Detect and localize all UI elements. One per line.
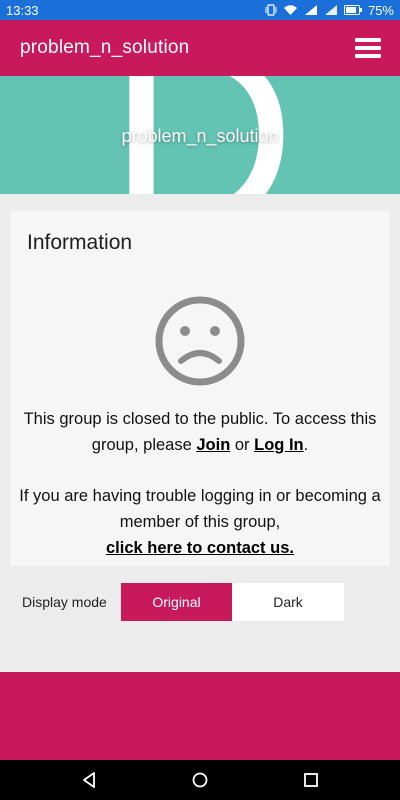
display-mode-original-button[interactable]: Original: [121, 583, 232, 621]
status-bar: 13:33 75%: [0, 0, 400, 20]
app-title: problem_n_solution: [20, 37, 190, 58]
vibrate-icon: [265, 4, 277, 16]
status-icons: 75%: [265, 3, 400, 18]
system-nav-bar: [0, 760, 400, 800]
footer-bar: [0, 672, 400, 760]
period-text: .: [303, 436, 309, 454]
trouble-message-text: If you are having trouble logging in or …: [19, 487, 381, 531]
home-icon[interactable]: [190, 770, 210, 790]
back-icon[interactable]: [80, 770, 98, 790]
battery-percent: 75%: [367, 2, 394, 18]
status-time: 13:33: [6, 2, 39, 18]
banner-title: problem_n_solution: [121, 126, 279, 146]
wifi-icon: [283, 5, 297, 15]
contact-link[interactable]: click here to contact us.: [106, 539, 294, 557]
hamburger-menu-icon[interactable]: [355, 37, 381, 59]
group-banner: D problem_n_solution: [0, 76, 400, 194]
display-mode-switch: Display mode Original Dark: [0, 583, 400, 621]
login-link[interactable]: Log In: [254, 436, 303, 454]
signal-icon: [324, 5, 337, 15]
join-link[interactable]: Join: [196, 436, 230, 454]
closed-group-message: This group is closed to the public. To a…: [10, 406, 390, 561]
display-mode-label: Display mode: [22, 594, 107, 610]
battery-icon: [343, 5, 362, 15]
signal-icon: [304, 5, 317, 15]
sad-face-icon: [155, 296, 245, 386]
or-text: or: [230, 436, 255, 454]
information-card: Information This group is closed to the …: [10, 211, 390, 566]
recents-icon[interactable]: [302, 770, 320, 790]
app-bar: problem_n_solution: [0, 20, 400, 76]
card-title: Information: [27, 231, 133, 254]
display-mode-dark-button[interactable]: Dark: [232, 583, 344, 621]
